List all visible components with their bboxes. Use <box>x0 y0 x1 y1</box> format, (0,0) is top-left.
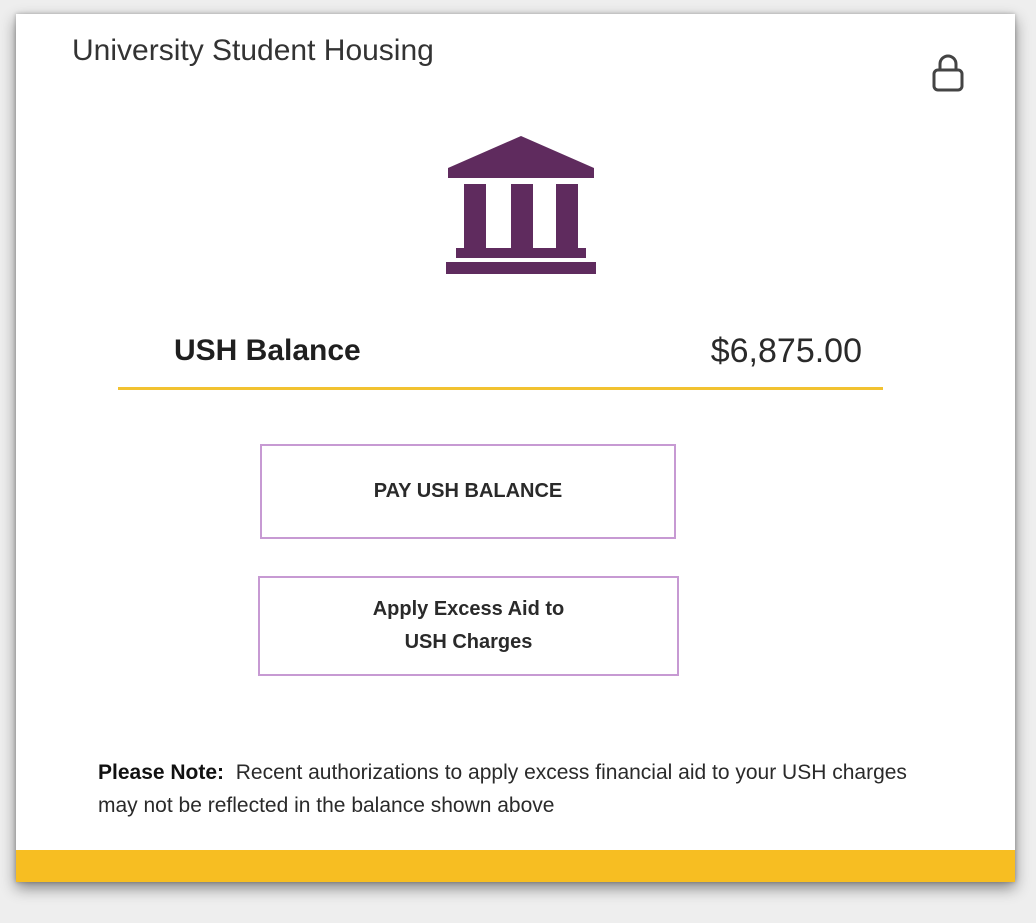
balance-label: USH Balance <box>174 334 361 367</box>
apply-excess-aid-label: Apply Excess Aid to USH Charges <box>373 593 565 659</box>
apply-excess-aid-line2: USH Charges <box>404 631 533 653</box>
bank-icon-graphic <box>446 136 596 274</box>
apply-excess-aid-button[interactable]: Apply Excess Aid to USH Charges <box>258 576 679 676</box>
note-label: Please Note: <box>98 761 225 784</box>
pay-balance-label: PAY USH BALANCE <box>373 480 563 502</box>
card-title: University Student Housing <box>72 34 434 67</box>
balance-amount: $6,875.00 <box>710 332 862 370</box>
card-bottom-bar <box>16 850 1015 882</box>
apply-excess-aid-line1: Apply Excess Aid to <box>372 598 565 620</box>
housing-card: University Student Housing USH Balance $… <box>16 14 1015 882</box>
note-text: Please Note: Recent authorizations to ap… <box>98 756 918 822</box>
pay-balance-button[interactable]: PAY USH BALANCE <box>260 444 676 539</box>
balance-divider <box>118 387 883 390</box>
bank-icon <box>444 134 598 276</box>
lock-icon-graphic <box>932 54 964 92</box>
lock-icon[interactable] <box>930 52 966 94</box>
